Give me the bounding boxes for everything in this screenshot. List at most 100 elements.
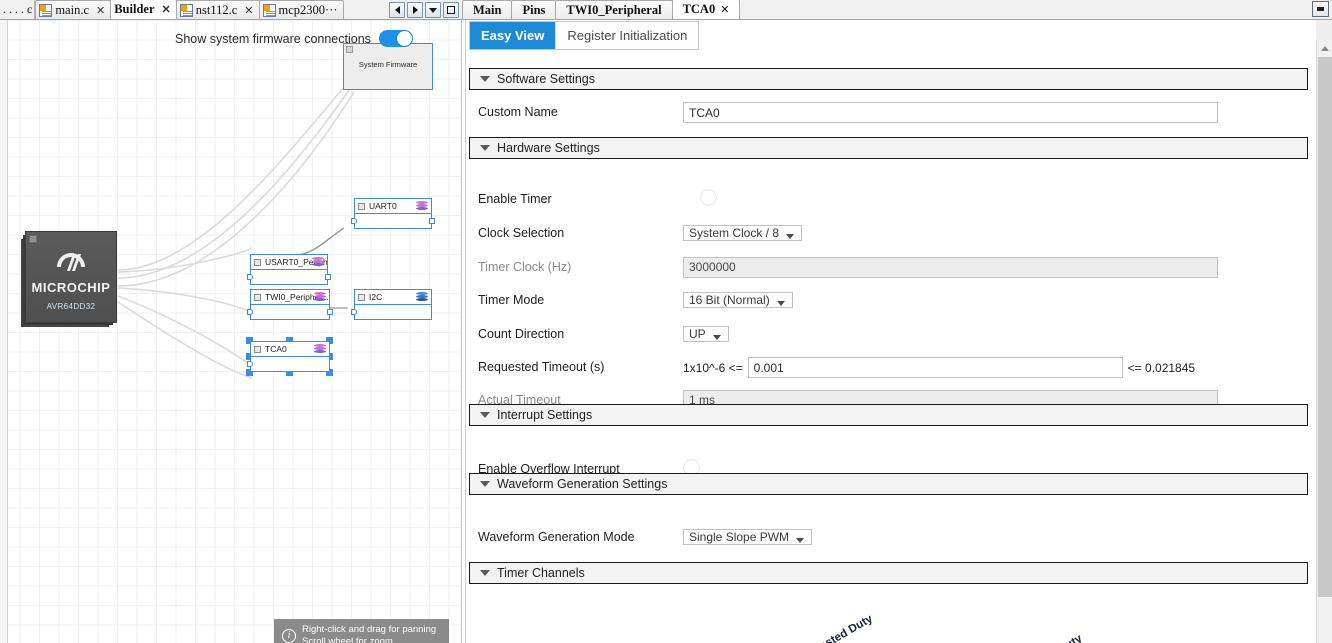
checkbox-icon[interactable] <box>254 293 261 301</box>
square-icon <box>447 6 455 14</box>
editor-tab-truncated[interactable]: . . . . c <box>0 0 36 19</box>
checkbox-icon[interactable] <box>358 202 365 210</box>
node-label: System Firmware <box>358 60 418 69</box>
node-header: I2C <box>355 290 431 305</box>
section-header-timer-channels[interactable]: Timer Channels <box>469 562 1308 584</box>
waveform-generation-mode-value: Single Slope PWM <box>689 530 790 544</box>
node-i2c[interactable]: I2C <box>351 289 432 320</box>
close-icon[interactable]: ✕ <box>158 3 171 16</box>
waveform-generation-mode-dropdown[interactable]: Single Slope PWM <box>683 529 813 545</box>
editor-tab-strip: . . . . c main.c ✕ Builder ✕ nst112.c ✕ … <box>0 0 462 20</box>
editor-tab-main-c[interactable]: main.c ✕ <box>35 0 112 19</box>
waveform-generation-mode-label: Waveform Generation Mode <box>478 530 635 544</box>
chevron-down-icon <box>776 301 785 306</box>
show-system-firmware-row: Show system firmware connections <box>175 30 413 47</box>
custom-name-input[interactable] <box>683 102 1218 123</box>
editor-tab-mcp2300[interactable]: mcp2300··· <box>258 0 344 19</box>
chevron-down-icon <box>796 538 805 543</box>
node-system-firmware[interactable]: System Firmware <box>343 43 433 90</box>
checkbox-icon[interactable] <box>254 345 261 353</box>
configuration-pane: Main Pins TWI0_Peripheral TCA0 ✕ Easy Vi… <box>462 0 1332 643</box>
node-input-port[interactable] <box>247 361 253 367</box>
checkbox-icon[interactable] <box>346 46 353 53</box>
tab-register-initialization[interactable]: Register Initialization <box>556 22 699 49</box>
hint-line-2: Scroll wheel for zoom <box>302 635 393 643</box>
caret-down-icon <box>480 145 490 151</box>
minimize-window-button[interactable] <box>1312 1 1329 17</box>
timer-mode-dropdown[interactable]: 16 Bit (Normal) <box>683 292 793 308</box>
caret-down-icon <box>480 570 490 576</box>
checkbox-icon[interactable] <box>254 258 261 266</box>
show-system-firmware-label: Show system firmware connections <box>175 31 371 46</box>
close-icon[interactable]: ✕ <box>240 4 253 17</box>
checkbox-icon[interactable] <box>358 293 365 301</box>
checkbox-icon[interactable] <box>29 235 37 243</box>
node-output-port[interactable] <box>429 218 435 224</box>
section-header-waveform-generation-settings[interactable]: Waveform Generation Settings <box>469 473 1308 495</box>
maximize-window-button[interactable] <box>443 2 459 18</box>
count-direction-dropdown[interactable]: UP <box>683 326 729 342</box>
section-header-interrupt-settings[interactable]: Interrupt Settings <box>469 404 1308 426</box>
scrollbar-thumb[interactable] <box>1318 57 1332 597</box>
peripheral-badge-icon <box>314 344 326 354</box>
editor-tab-nst112-c[interactable]: nst112.c ✕ <box>175 0 260 19</box>
editor-tab-builder[interactable]: Builder ✕ <box>110 0 177 19</box>
c-file-icon <box>39 3 53 17</box>
triangle-left-icon <box>394 6 400 14</box>
requested-timeout-max: <= 0.021845 <box>1127 360 1196 375</box>
tab-easy-view[interactable]: Easy View <box>470 22 557 49</box>
node-body <box>355 305 431 319</box>
tab-main[interactable]: Main <box>462 0 513 19</box>
count-direction-value: UP <box>689 327 706 341</box>
tab-list-button[interactable] <box>425 2 441 18</box>
section-header-hardware-settings[interactable]: Hardware Settings <box>469 137 1308 159</box>
builder-canvas[interactable]: Show system firmware connections System … <box>0 20 462 643</box>
config-vertical-scrollbar[interactable] <box>1316 40 1332 643</box>
c-file-icon <box>179 3 193 17</box>
tab-label: Pins <box>522 2 546 17</box>
tab-tca0[interactable]: TCA0 ✕ <box>671 0 741 19</box>
node-usart0-peripheral[interactable]: USART0_Periph... <box>247 254 331 285</box>
clock-selection-dropdown[interactable]: System Clock / 8 <box>683 225 803 241</box>
editor-tab-label: nst112.c <box>195 2 238 17</box>
node-input-port[interactable] <box>247 309 253 315</box>
section-title: Interrupt Settings <box>497 408 593 422</box>
tab-twi0-peripheral[interactable]: TWI0_Peripheral <box>555 0 673 19</box>
close-icon[interactable]: ✕ <box>92 4 105 17</box>
row-custom-name: Custom Name <box>462 102 1332 132</box>
peripheral-badge-icon <box>312 257 324 267</box>
waveform-generation-mode-control: Single Slope PWM <box>683 527 813 547</box>
config-tab-strip: Main Pins TWI0_Peripheral TCA0 ✕ <box>462 0 1332 20</box>
close-icon[interactable]: ✕ <box>720 3 729 16</box>
node-uart0[interactable]: UART0 <box>351 198 435 229</box>
node-output-port[interactable] <box>325 274 331 280</box>
node-twi0-peripheral[interactable]: TWI0_Peripher... <box>247 289 333 320</box>
scroll-right-button[interactable] <box>407 2 423 18</box>
node-tca0[interactable]: TCA0 <box>247 341 330 372</box>
device-block-avr64dd32[interactable]: MICROCHIP AVR64DD32 <box>25 231 117 323</box>
section-header-software-settings[interactable]: Software Settings <box>469 68 1308 90</box>
editor-tab-label: mcp2300··· <box>278 2 338 17</box>
timer-mode-control: 16 Bit (Normal) <box>683 290 793 310</box>
device-part-number: AVR64DD32 <box>46 302 96 311</box>
requested-timeout-label: Requested Timeout (s) <box>478 360 605 374</box>
node-input-port[interactable] <box>351 218 357 224</box>
clock-selection-label: Clock Selection <box>478 226 565 240</box>
timer-mode-value: 16 Bit (Normal) <box>689 293 770 307</box>
node-header: USART0_Periph... <box>251 255 327 270</box>
tab-pins[interactable]: Pins <box>511 0 557 19</box>
connection-wires <box>117 79 355 379</box>
node-input-port[interactable] <box>351 309 357 315</box>
scroll-left-button[interactable] <box>389 2 405 18</box>
requested-timeout-input[interactable] <box>747 357 1123 378</box>
node-input-port[interactable] <box>247 274 253 280</box>
show-system-firmware-toggle[interactable] <box>378 30 413 47</box>
requested-timeout-min: 1x10^-6 <= <box>683 360 743 375</box>
node-output-port[interactable] <box>327 309 333 315</box>
row-timer-clock: Timer Clock (Hz) 3000000 <box>462 257 1332 287</box>
tab-nav-buttons <box>389 2 462 19</box>
section-title: Software Settings <box>497 72 595 86</box>
scroll-up-button[interactable] <box>1317 40 1332 56</box>
node-body <box>251 305 329 319</box>
node-label: UART0 <box>369 201 397 211</box>
